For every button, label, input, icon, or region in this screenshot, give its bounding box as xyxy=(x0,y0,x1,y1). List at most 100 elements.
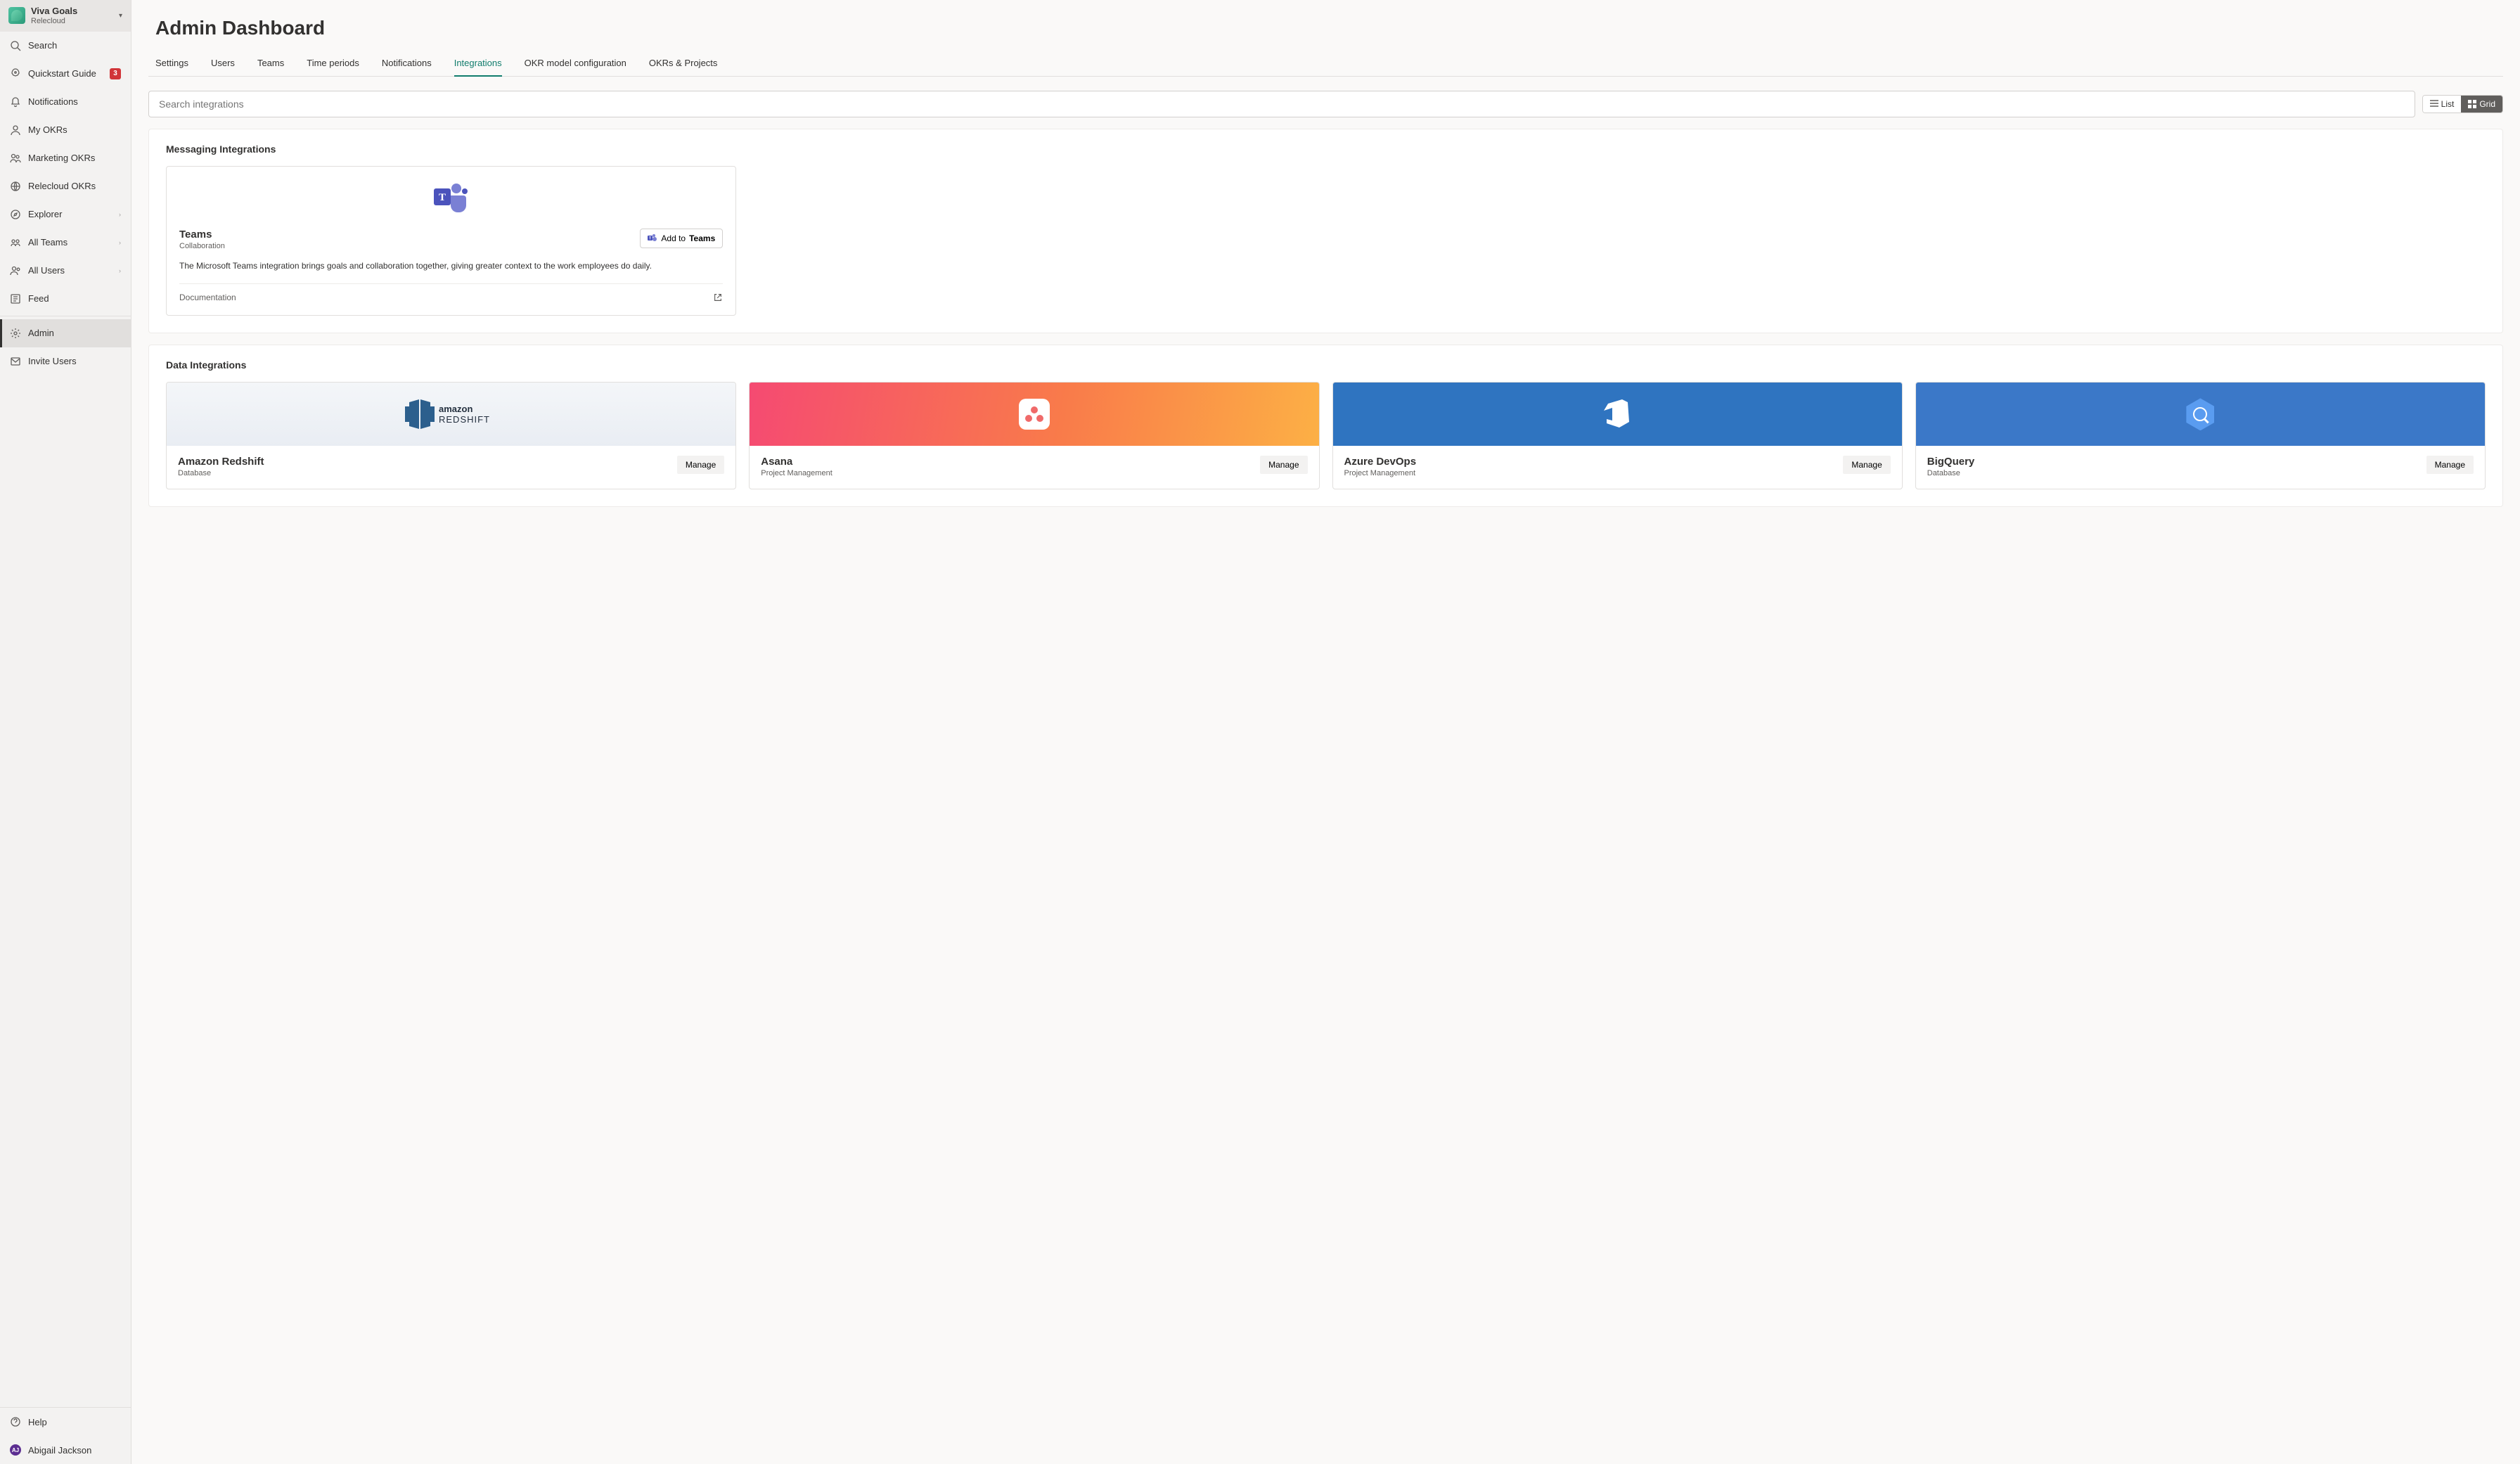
manage-button[interactable]: Manage xyxy=(1843,456,1890,474)
svg-text:amazon: amazon xyxy=(439,404,472,414)
integration-card-azure-devops: Azure DevOps Project Management Manage xyxy=(1332,382,1903,489)
integration-category: Database xyxy=(178,469,264,477)
integration-card-asana: Asana Project Management Manage xyxy=(749,382,1319,489)
sidebar-item-label: Search xyxy=(28,40,121,51)
user-name: Abigail Jackson xyxy=(28,1445,121,1456)
integration-name: Teams xyxy=(179,229,225,240)
main: Admin Dashboard Settings Users Teams Tim… xyxy=(131,0,2520,1464)
section-title: Messaging Integrations xyxy=(166,143,2486,155)
view-list-button[interactable]: List xyxy=(2423,96,2462,113)
sidebar-item-label: Admin xyxy=(28,328,121,338)
integration-card-redshift: amazon REDSHIFT Amazon Redshift Database… xyxy=(166,382,736,489)
manage-button[interactable]: Manage xyxy=(1260,456,1307,474)
banner xyxy=(750,383,1318,446)
list-icon xyxy=(2430,100,2438,108)
tab-okrs-projects[interactable]: OKRs & Projects xyxy=(649,51,718,77)
page-title: Admin Dashboard xyxy=(155,17,2496,39)
integration-name: Amazon Redshift xyxy=(178,456,264,468)
search-input[interactable] xyxy=(148,91,2415,117)
org-title: Viva Goals xyxy=(31,6,119,17)
sidebar-item-label: My OKRs xyxy=(28,124,121,135)
manage-button[interactable]: Manage xyxy=(2426,456,2474,474)
add-to-teams-button[interactable]: T Add to Teams xyxy=(640,229,723,248)
sidebar-item-help[interactable]: Help xyxy=(0,1408,131,1436)
grid-icon xyxy=(2468,100,2476,108)
chevron-down-icon: ▾ xyxy=(119,12,122,20)
sidebar-item-explorer[interactable]: Explorer › xyxy=(0,200,131,229)
sidebar-item-feed[interactable]: Feed xyxy=(0,285,131,313)
integration-card-teams: T Teams Collaboration T A xyxy=(166,166,736,316)
messaging-section: Messaging Integrations T xyxy=(148,129,2503,333)
sidebar-item-label: Explorer xyxy=(28,209,119,219)
integration-category: Database xyxy=(1927,469,1975,477)
documentation-link[interactable]: Documentation xyxy=(179,293,236,302)
sidebar-item-all-users[interactable]: All Users › xyxy=(0,257,131,285)
help-icon xyxy=(10,1416,21,1427)
sidebar-item-label: Notifications xyxy=(28,96,121,107)
sidebar-item-admin[interactable]: Admin xyxy=(0,319,131,347)
feed-icon xyxy=(10,293,21,304)
sidebar-item-search[interactable]: Search xyxy=(0,32,131,60)
sidebar-item-label: Relecloud OKRs xyxy=(28,181,121,191)
tab-notifications[interactable]: Notifications xyxy=(382,51,432,77)
sidebar-item-label: Invite Users xyxy=(28,356,121,366)
teams-icon xyxy=(10,237,21,248)
sidebar-item-label: All Teams xyxy=(28,237,119,248)
gear-icon xyxy=(10,328,21,339)
chevron-right-icon: › xyxy=(119,239,121,246)
tab-settings[interactable]: Settings xyxy=(155,51,188,77)
sidebar-item-quickstart[interactable]: Quickstart Guide 3 xyxy=(0,60,131,88)
badge: 3 xyxy=(110,68,121,79)
sidebar-item-profile[interactable]: AJ Abigail Jackson xyxy=(0,1436,131,1464)
integration-category: Project Management xyxy=(761,469,832,477)
external-link-icon[interactable] xyxy=(713,293,723,302)
nav-list: Search Quickstart Guide 3 Notifications … xyxy=(0,32,131,1407)
integration-category: Collaboration xyxy=(179,242,225,250)
toolbar: List Grid xyxy=(148,91,2503,117)
view-list-label: List xyxy=(2441,99,2455,109)
teams-small-icon: T xyxy=(648,233,657,243)
sidebar: Viva Goals Relecloud ▾ Search Quickstart… xyxy=(0,0,131,1464)
sidebar-item-all-teams[interactable]: All Teams › xyxy=(0,229,131,257)
section-title: Data Integrations xyxy=(166,359,2486,371)
bigquery-logo-icon xyxy=(2186,398,2214,430)
rocket-icon xyxy=(10,68,21,79)
azure-devops-logo-icon xyxy=(1600,397,1635,432)
globe-icon xyxy=(10,181,21,192)
tab-integrations[interactable]: Integrations xyxy=(454,51,502,77)
tab-users[interactable]: Users xyxy=(211,51,235,77)
integration-name: BigQuery xyxy=(1927,456,1975,468)
sidebar-item-invite[interactable]: Invite Users xyxy=(0,347,131,375)
svg-text:REDSHIFT: REDSHIFT xyxy=(439,414,490,425)
org-switcher[interactable]: Viva Goals Relecloud ▾ xyxy=(0,0,131,32)
compass-icon xyxy=(10,209,21,220)
banner xyxy=(1333,383,1902,446)
chevron-right-icon: › xyxy=(119,211,121,218)
svg-text:T: T xyxy=(439,192,446,203)
integration-card-bigquery: BigQuery Database Manage xyxy=(1915,382,2486,489)
view-grid-label: Grid xyxy=(2479,99,2495,109)
amazon-redshift-logo-icon: amazon REDSHIFT xyxy=(402,397,501,432)
manage-button[interactable]: Manage xyxy=(677,456,724,474)
sidebar-item-my-okrs[interactable]: My OKRs xyxy=(0,116,131,144)
svg-text:T: T xyxy=(649,237,651,241)
view-grid-button[interactable]: Grid xyxy=(2461,96,2502,113)
tab-teams[interactable]: Teams xyxy=(257,51,284,77)
person-icon xyxy=(10,124,21,136)
add-prefix: Add to xyxy=(661,233,686,243)
asana-logo-icon xyxy=(1019,399,1050,430)
sidebar-item-notifications[interactable]: Notifications xyxy=(0,88,131,116)
integration-name: Azure DevOps xyxy=(1344,456,1417,468)
add-target: Teams xyxy=(689,233,715,243)
org-subtitle: Relecloud xyxy=(31,17,119,26)
sidebar-item-relecloud-okrs[interactable]: Relecloud OKRs xyxy=(0,172,131,200)
users-icon xyxy=(10,265,21,276)
data-section: Data Integrations amazon xyxy=(148,345,2503,507)
sidebar-item-label: Quickstart Guide xyxy=(28,68,110,79)
sidebar-footer: Help AJ Abigail Jackson xyxy=(0,1407,131,1464)
view-toggle: List Grid xyxy=(2422,95,2503,113)
sidebar-item-marketing-okrs[interactable]: Marketing OKRs xyxy=(0,144,131,172)
tab-time-periods[interactable]: Time periods xyxy=(307,51,359,77)
tab-okr-model[interactable]: OKR model configuration xyxy=(525,51,626,77)
avatar: AJ xyxy=(10,1444,21,1456)
